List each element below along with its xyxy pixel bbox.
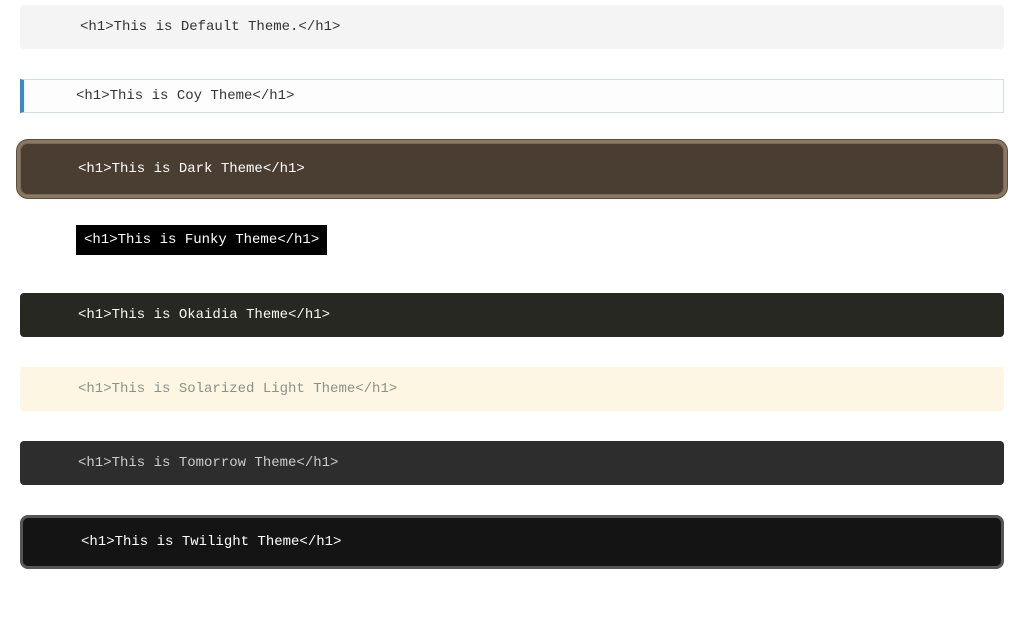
code-text: <h1>This is Default Theme.</h1> [80,19,340,35]
code-block-dark: <h1>This is Dark Theme</h1> [20,143,1004,195]
code-block-funky-wrap: <h1>This is Funky Theme</h1> [20,225,1004,255]
code-text: <h1>This is Twilight Theme</h1> [81,534,341,550]
code-text: <h1>This is Dark Theme</h1> [78,161,305,177]
code-block-solarized: <h1>This is Solarized Light Theme</h1> [20,367,1004,411]
code-block-okaidia: <h1>This is Okaidia Theme</h1> [20,293,1004,337]
code-text: <h1>This is Solarized Light Theme</h1> [78,381,397,397]
code-block-default: <h1>This is Default Theme.</h1> [20,5,1004,49]
code-block-twilight: <h1>This is Twilight Theme</h1> [20,515,1004,569]
code-block-funky: <h1>This is Funky Theme</h1> [76,225,327,255]
code-text: <h1>This is Okaidia Theme</h1> [78,307,330,323]
code-block-coy: <h1>This is Coy Theme</h1> [20,79,1004,113]
code-text: <h1>This is Tomorrow Theme</h1> [78,455,338,471]
code-block-tomorrow: <h1>This is Tomorrow Theme</h1> [20,441,1004,485]
code-text: <h1>This is Funky Theme</h1> [84,232,319,248]
code-text: <h1>This is Coy Theme</h1> [76,88,294,104]
